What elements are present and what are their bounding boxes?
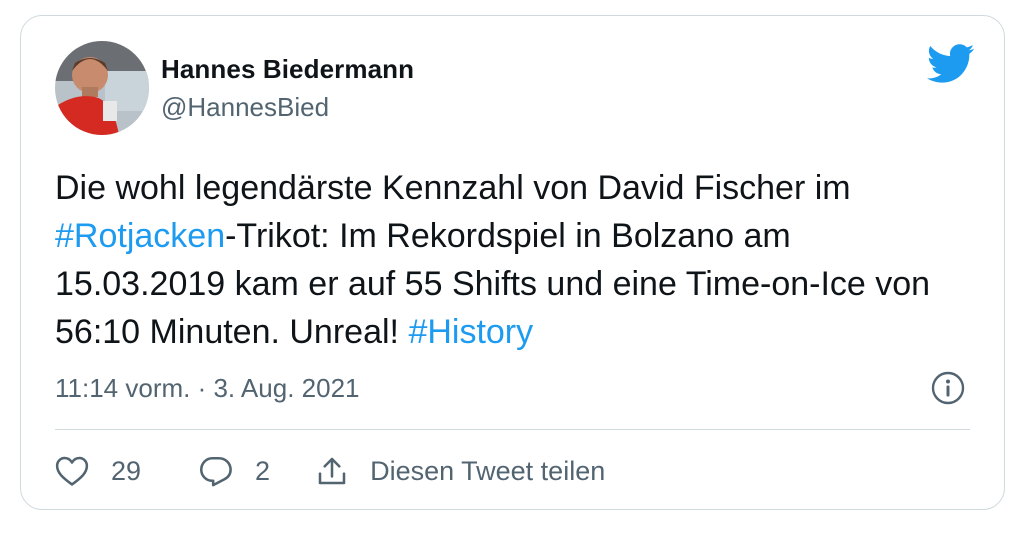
hashtag-link[interactable]: #History <box>408 313 533 351</box>
tweet-timestamp[interactable]: 11:14 vorm. · 3. Aug. 2021 <box>55 373 359 404</box>
author-handle[interactable]: @HannesBied <box>161 92 329 123</box>
tweet-text: Die wohl legendärste Kennzahl von David … <box>55 164 955 356</box>
reply-button[interactable]: 2 <box>199 455 270 487</box>
heart-icon <box>55 455 89 487</box>
reply-count: 2 <box>255 455 271 486</box>
avatar[interactable] <box>55 41 149 135</box>
action-bar: 29 2 Diesen Tweet teilen <box>55 446 605 496</box>
share-button[interactable]: Diesen Tweet teilen <box>316 455 605 487</box>
share-label: Diesen Tweet teilen <box>370 455 606 486</box>
reply-icon <box>199 455 233 487</box>
tweet-text-part: Die wohl legendärste Kennzahl von David … <box>55 169 851 207</box>
tweet-card[interactable]: Hannes Biedermann @HannesBied Die wohl l… <box>20 15 1005 510</box>
like-count: 29 <box>111 455 142 486</box>
divider <box>55 429 970 430</box>
hashtag-link[interactable]: #Rotjacken <box>55 217 225 255</box>
twitter-bird-icon[interactable] <box>926 44 975 84</box>
author-name[interactable]: Hannes Biedermann <box>161 54 414 85</box>
info-icon[interactable] <box>931 371 965 405</box>
like-button[interactable]: 29 <box>55 455 141 487</box>
share-icon <box>316 455 348 487</box>
